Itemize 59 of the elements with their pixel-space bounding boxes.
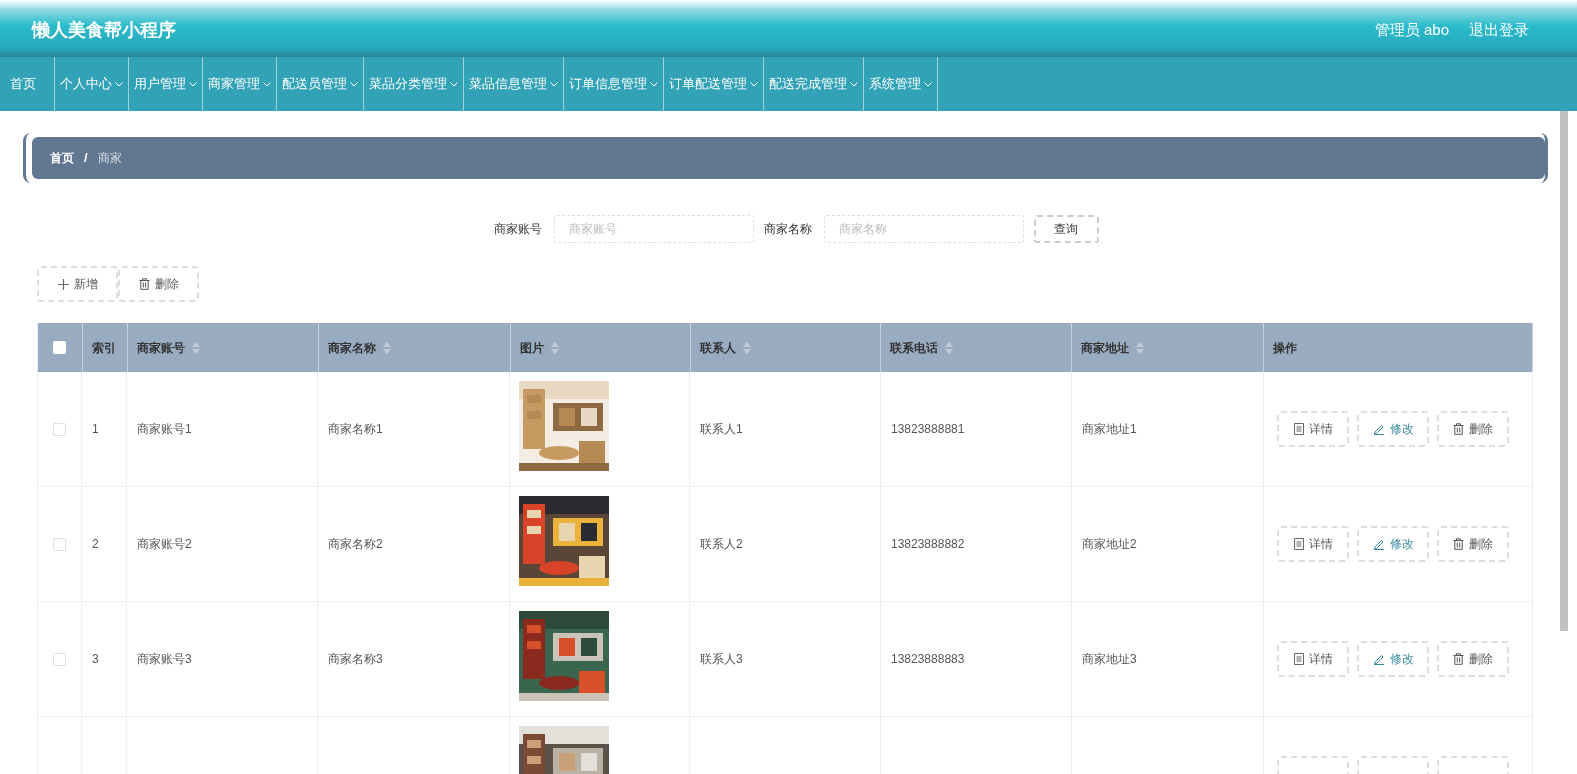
breadcrumb-item: 商家	[97, 150, 122, 167]
table-cell-text: 联系人3	[700, 651, 743, 668]
table-cell-text: 13823888882	[891, 536, 965, 553]
detail-button[interactable]: 详情	[1277, 641, 1349, 677]
column-header[interactable]: 图片	[519, 338, 559, 357]
nav-item[interactable]: 菜品信息管理	[464, 57, 564, 111]
column-header: 索引	[91, 339, 116, 357]
column-header[interactable]: 商家名称	[327, 338, 391, 357]
nav-item[interactable]: 个人中心	[55, 57, 129, 111]
table-cell-text: 商家名称3	[328, 651, 383, 668]
nav-item[interactable]: 菜品分类管理	[364, 57, 464, 111]
table-cell-text: 商家地址1	[1082, 421, 1137, 438]
user-label: 管理员 abo	[1374, 20, 1449, 41]
nav-item[interactable]: 订单配送管理	[664, 57, 764, 111]
delete-button[interactable]: 删除	[1437, 641, 1509, 677]
table-cell-text: 联系人2	[700, 536, 743, 553]
detail-button[interactable]: 详情	[1277, 411, 1349, 447]
nav-item[interactable]: 商家管理	[203, 57, 277, 111]
nav-item[interactable]: 系统管理	[864, 57, 938, 111]
table-cell-text: 商家地址3	[1082, 651, 1137, 668]
table-cell-text: 商家地址2	[1082, 536, 1137, 553]
nav-item[interactable]: 订单信息管理	[564, 57, 664, 111]
detail-button[interactable]: 详情	[1277, 526, 1349, 562]
column-header[interactable]: 联系电话	[890, 338, 954, 357]
add-button[interactable]: 新增	[37, 266, 118, 302]
table-cell-text: 13823888881	[891, 421, 965, 438]
field-label: 商家名称	[763, 221, 812, 238]
table-cell-text: 2	[92, 536, 99, 553]
delete-button[interactable]: 删除	[1437, 411, 1509, 447]
column-header[interactable]: 联系人	[699, 338, 751, 357]
delete-button[interactable]: 删除	[1437, 526, 1509, 562]
nav-item[interactable]: 配送员管理	[277, 57, 364, 111]
column-header[interactable]: 商家账号	[136, 338, 200, 357]
column-header: 操作	[1273, 339, 1298, 357]
edit-button[interactable]: 修改	[1357, 411, 1429, 447]
table-cell-text: 商家名称1	[328, 421, 383, 438]
breadcrumb-separator: /	[84, 149, 88, 168]
field-label: 商家账号	[493, 221, 542, 238]
nav-item[interactable]: 配送完成管理	[764, 57, 864, 111]
nav-item[interactable]: 首页	[0, 57, 55, 111]
table-cell-text: 13823888883	[891, 651, 965, 668]
delete-button[interactable]: 删除	[118, 266, 199, 302]
table-cell-text: 1	[92, 421, 99, 438]
app-title: 懒人美食帮小程序	[32, 19, 176, 42]
column-header[interactable]: 商家地址	[1081, 338, 1145, 357]
table-cell-text: 商家账号2	[137, 536, 192, 553]
edit-button[interactable]: 修改	[1357, 526, 1429, 562]
table-cell-text: 3	[92, 651, 99, 668]
breadcrumb-item[interactable]: 首页	[50, 149, 74, 167]
table-cell-text: 商家账号3	[137, 651, 192, 668]
table-cell-text: 商家账号1	[137, 421, 192, 438]
edit-button[interactable]: 修改	[1357, 641, 1429, 677]
table-cell-text: 联系人1	[700, 421, 743, 438]
nav-item[interactable]: 用户管理	[129, 57, 203, 111]
search-button[interactable]: 查询	[1033, 215, 1099, 243]
search-field[interactable]: 商家账号	[553, 215, 754, 243]
search-field[interactable]: 商家名称	[823, 215, 1024, 243]
table-cell-text: 商家名称2	[328, 536, 383, 553]
logout-link[interactable]: 退出登录	[1469, 19, 1529, 42]
